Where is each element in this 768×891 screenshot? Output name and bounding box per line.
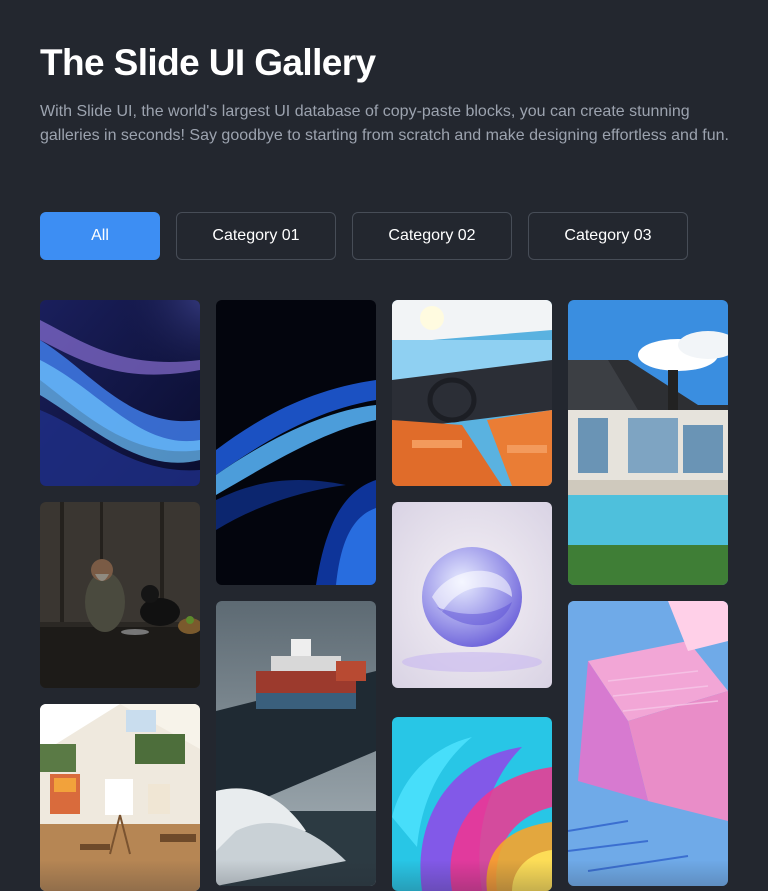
gallery-image-abstract-blue-waves[interactable] xyxy=(40,300,200,486)
gallery-image-cargo-ship[interactable] xyxy=(216,601,376,886)
page-title: The Slide UI Gallery xyxy=(40,42,376,83)
filter-category-02-button[interactable]: Category 02 xyxy=(352,212,512,260)
gallery-image-circuit-chip[interactable] xyxy=(568,601,728,886)
filter-all-button[interactable]: All xyxy=(40,212,160,260)
page-description: With Slide UI, the world's largest UI da… xyxy=(40,103,729,144)
filter-category-01-button[interactable]: Category 01 xyxy=(176,212,336,260)
gallery-image-rainbow-swirl[interactable] xyxy=(392,717,552,891)
gallery-image-glass-sphere[interactable] xyxy=(392,502,552,688)
gallery-image-man-with-dog[interactable] xyxy=(40,502,200,688)
gallery-image-art-studio[interactable] xyxy=(40,704,200,891)
filter-category-03-button[interactable]: Category 03 xyxy=(528,212,688,260)
gallery-image-car-interior[interactable] xyxy=(392,300,552,486)
gallery-image-dark-blue-swirl[interactable] xyxy=(216,300,376,585)
gallery-image-modern-house-pool[interactable] xyxy=(568,300,728,585)
